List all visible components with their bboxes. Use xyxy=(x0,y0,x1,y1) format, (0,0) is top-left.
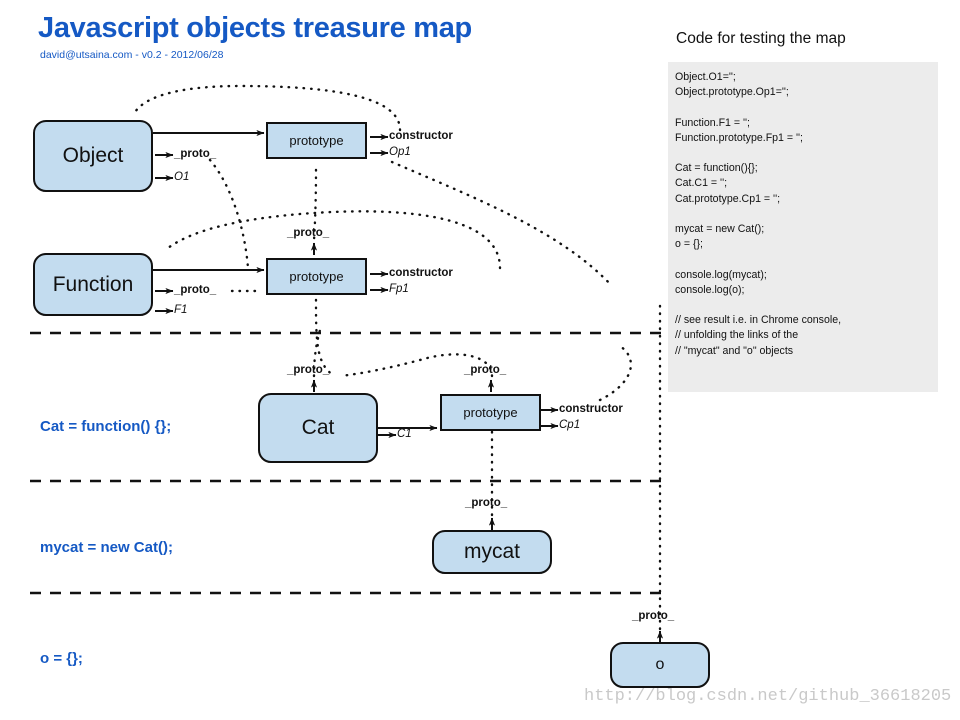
node-function[interactable]: Function xyxy=(33,253,153,316)
label-cat-prototype-proto: _proto_ xyxy=(464,364,507,376)
label-function-f1: F1 xyxy=(174,304,188,316)
node-object-prototype[interactable]: prototype xyxy=(266,122,367,159)
node-o[interactable]: o xyxy=(610,642,710,688)
dotted-catproto-constructor-to-cat xyxy=(598,344,633,402)
node-function-label: Function xyxy=(52,272,134,296)
label-o-proto: _proto_ xyxy=(632,610,675,622)
node-o-label: o xyxy=(655,656,665,673)
caption-mycat: mycat = new Cat(); xyxy=(40,539,173,556)
page-title: Javascript objects treasure map xyxy=(38,12,472,44)
watermark: http://blog.csdn.net/github_36618205 xyxy=(584,687,952,706)
label-function-prototype-proto: _proto_ xyxy=(287,227,330,239)
label-function-prototype-fp1: Fp1 xyxy=(389,283,409,295)
node-function-prototype-label: prototype xyxy=(289,269,344,284)
node-object-prototype-label: prototype xyxy=(289,133,344,148)
label-cat-c1: C1 xyxy=(397,428,412,440)
node-cat[interactable]: Cat xyxy=(258,393,378,463)
node-mycat-label: mycat xyxy=(463,540,520,563)
code-panel-heading: Code for testing the map xyxy=(676,30,846,47)
node-cat-prototype-label: prototype xyxy=(463,405,518,420)
node-object-label: Object xyxy=(62,144,124,167)
label-cat-prototype-cp1: Cp1 xyxy=(559,419,581,431)
label-object-prototype-op1: Op1 xyxy=(389,146,411,158)
node-cat-label: Cat xyxy=(301,416,335,439)
caption-o: o = {}; xyxy=(40,650,83,667)
label-object-o1: O1 xyxy=(174,171,190,183)
code-panel-body: Object.O1=''; Object.prototype.Op1=''; F… xyxy=(675,71,842,357)
node-object[interactable]: Object xyxy=(33,120,153,192)
dotted-object-proto-link xyxy=(208,158,250,270)
label-object-prototype-constructor: constructor xyxy=(389,130,453,142)
label-mycat-proto: _proto_ xyxy=(465,497,508,509)
node-function-prototype[interactable]: prototype xyxy=(266,258,367,295)
label-cat-prototype-constructor: constructor xyxy=(559,403,623,415)
node-mycat[interactable]: mycat xyxy=(432,530,552,574)
node-cat-prototype[interactable]: prototype xyxy=(440,394,541,431)
caption-cat: Cat = function() {}; xyxy=(40,418,172,435)
page-subtitle: david@utsaina.com - v0.2 - 2012/06/28 xyxy=(40,49,224,61)
diagram-canvas: Javascript objects treasure map david@ut… xyxy=(0,0,960,720)
label-cat-proto: _proto_ xyxy=(287,364,330,376)
label-object-proto: _proto_ xyxy=(174,148,217,160)
label-function-proto: _proto_ xyxy=(174,284,217,296)
label-function-prototype-constructor: constructor xyxy=(389,267,453,279)
